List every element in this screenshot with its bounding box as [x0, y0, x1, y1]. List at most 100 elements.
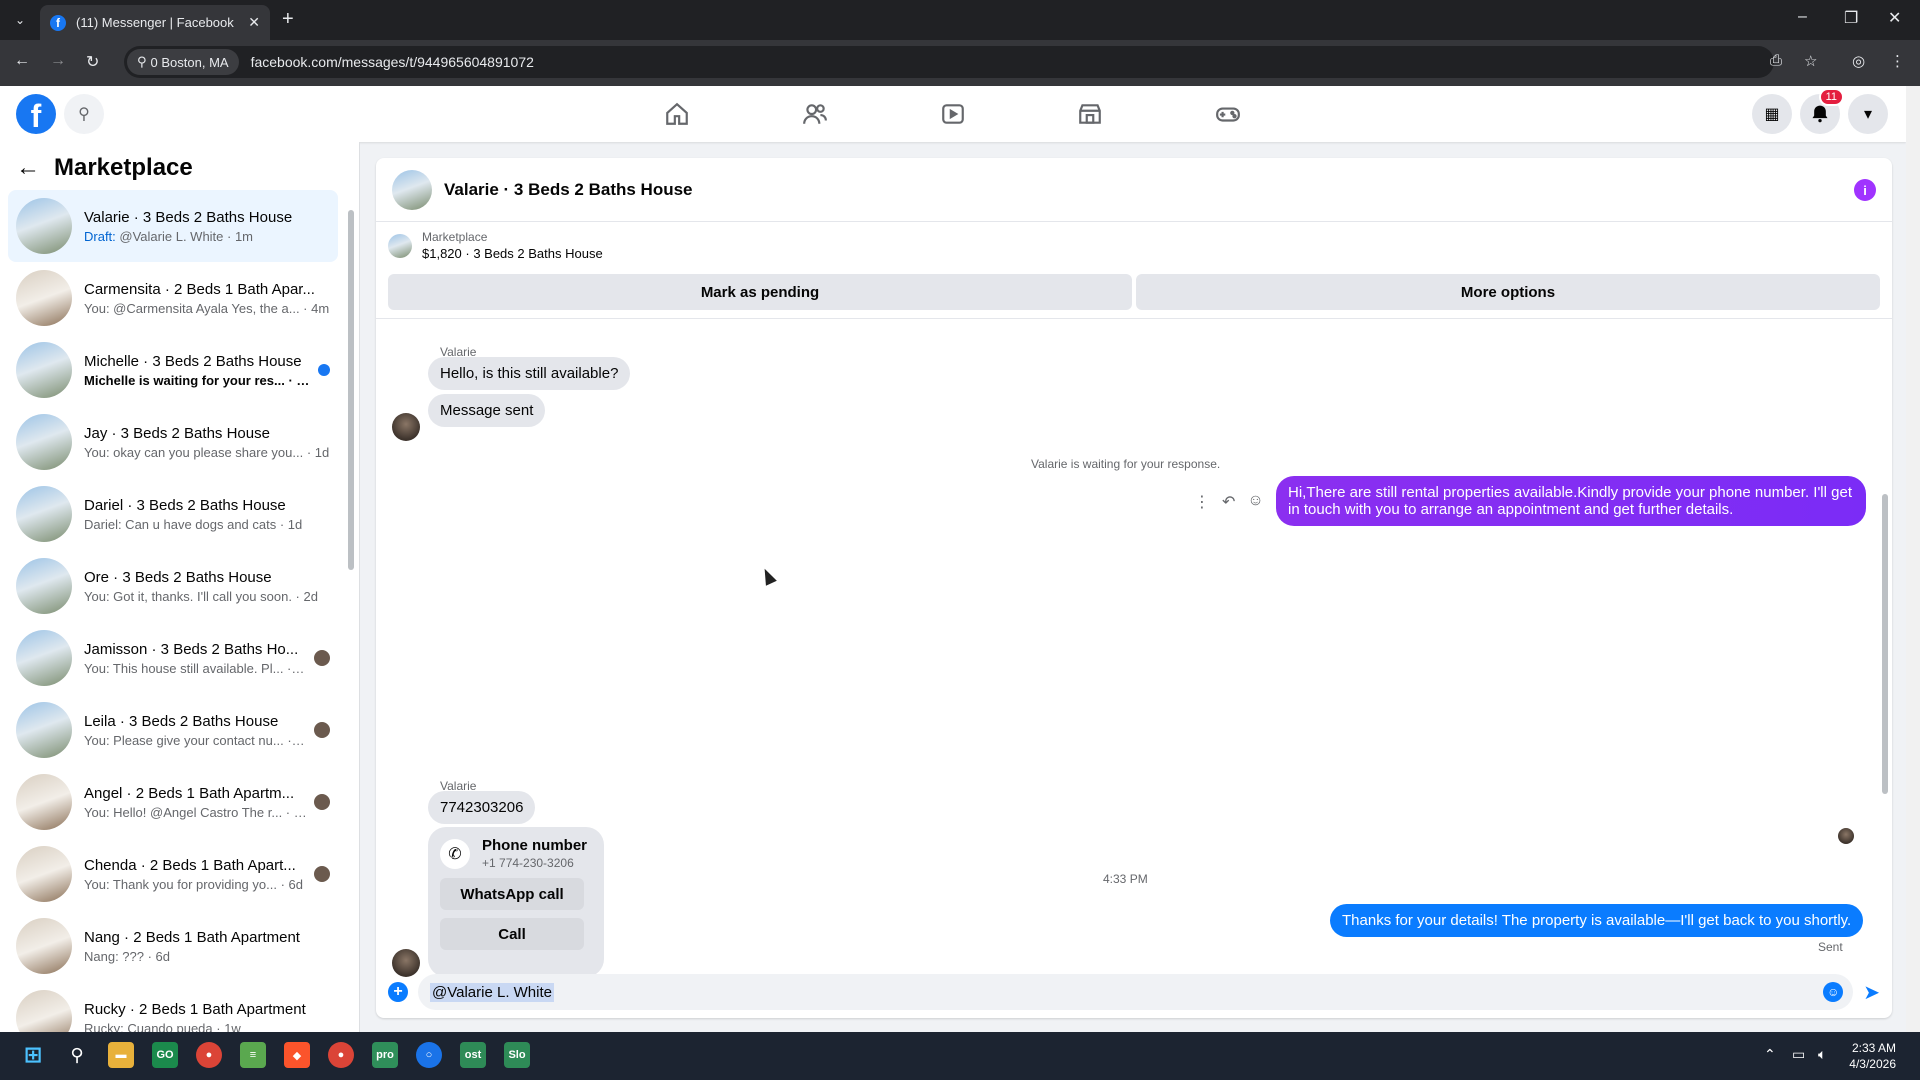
app-circle-icon[interactable]: ○ — [416, 1042, 442, 1068]
emoji-icon[interactable]: ☺ — [1823, 982, 1844, 1002]
account-dropdown-icon[interactable]: ▾ — [1848, 94, 1888, 134]
site-info-chip[interactable]: ⚲ 0 Boston, MA — [127, 49, 239, 75]
window-close-icon[interactable]: ✕ — [1888, 8, 1901, 28]
listing-summary[interactable]: Marketplace $1,820 · 3 Beds 2 Baths Hous… — [388, 230, 603, 261]
bookmark-star-icon[interactable]: ☆ — [1804, 52, 1817, 70]
info-icon[interactable]: i — [1854, 179, 1876, 201]
react-emoji-icon[interactable]: ☺ — [1247, 492, 1263, 512]
snippet-text: You: @Carmensita Ayala Yes, the a... · 4… — [84, 300, 330, 316]
call-button[interactable]: Call — [440, 918, 584, 950]
incoming-message[interactable]: Message sent — [428, 394, 546, 427]
send-icon[interactable]: ➤ — [1863, 980, 1880, 1005]
friends-icon[interactable] — [795, 98, 835, 130]
notifications-bell-icon[interactable]: 11 — [1800, 88, 1844, 134]
outgoing-message[interactable]: Hi,There are still rental properties ava… — [1276, 476, 1866, 526]
snippet-text: Michelle is waiting for your res... · 20… — [84, 372, 312, 388]
conversation-item[interactable]: Jamisson · 3 Beds 2 Baths Ho... You: This… — [8, 622, 338, 694]
taskbar-search-icon[interactable]: ⚲ — [64, 1042, 90, 1068]
incoming-message[interactable]: 7742303206 — [428, 791, 536, 824]
conversation-item[interactable]: Valarie · 3 Beds 2 Baths House Draft: @Va… — [8, 190, 338, 262]
chrome-icon[interactable]: ● — [196, 1042, 222, 1068]
forward-icon[interactable]: → — [50, 52, 66, 70]
tab-search-dropdown-icon[interactable]: ⌄ — [8, 8, 32, 32]
clock-time: 2:33 AM — [1851, 1041, 1896, 1055]
conversation-item[interactable]: Ore · 3 Beds 2 Baths House You: Got it, t… — [8, 550, 338, 622]
browser-tab-bar: ⌄ f (11) Messenger | Facebook ✕ + – ❐ ✕ — [0, 0, 1920, 40]
profile-icon[interactable]: ◎ — [1852, 52, 1865, 70]
browser-menu-icon[interactable]: ⋮ — [1890, 52, 1905, 70]
conversation-item[interactable]: Leila · 3 Beds 2 Baths House You: Please … — [8, 694, 338, 766]
restore-icon[interactable]: ❐ — [1844, 8, 1858, 28]
chat-scrollbar[interactable] — [1882, 494, 1888, 794]
app-icon[interactable]: GO — [152, 1042, 178, 1068]
mark-as-pending-button[interactable]: Mark as pending — [388, 274, 1132, 310]
marketplace-icon[interactable] — [1070, 98, 1110, 130]
sender-avatar[interactable] — [392, 413, 420, 441]
outgoing-message[interactable]: Thanks for your details! The property is… — [1330, 904, 1864, 937]
chat-avatar[interactable] — [392, 169, 432, 210]
volume-icon[interactable]: 🔈︎ — [1818, 1046, 1826, 1063]
conversation-avatar — [16, 198, 72, 254]
windows-start-icon[interactable]: ⊞ — [20, 1042, 46, 1068]
browser-tab[interactable]: f (11) Messenger | Facebook ✕ — [40, 5, 270, 40]
conversation-avatar — [16, 414, 72, 470]
conversation-item[interactable]: Rucky · 2 Beds 1 Bath Apartment Rucky: Cu… — [8, 982, 338, 1032]
taskbar-clock[interactable]: 2:33 AM 4/3/2026 — [1849, 1040, 1896, 1072]
menu-grid-icon[interactable]: ▦ — [1752, 94, 1792, 134]
notepad-icon[interactable]: ≡ — [240, 1042, 266, 1068]
reload-icon[interactable]: ↻ — [86, 52, 99, 72]
search-icon[interactable]: ⚲ — [64, 94, 104, 134]
more-actions-icon[interactable]: ⋮ — [1194, 492, 1210, 512]
whatsapp-call-button[interactable]: WhatsApp call — [440, 878, 584, 910]
back-icon[interactable]: ← — [14, 52, 30, 70]
back-arrow-icon[interactable]: ← — [16, 154, 40, 182]
incoming-message[interactable]: Hello, is this still available? — [428, 357, 631, 390]
conversation-avatar — [16, 846, 72, 902]
conversation-snippet: You: @Carmensita Ayala Yes, the a... · 4… — [84, 301, 330, 316]
url-text[interactable]: facebook.com/messages/t/944965604891072 — [251, 54, 534, 70]
reply-icon[interactable]: ↶ — [1222, 492, 1235, 512]
conversation-item[interactable]: Angel · 2 Beds 1 Bath Apartm... You: Hell… — [8, 766, 338, 838]
file-explorer-icon[interactable]: ▬ — [108, 1042, 134, 1068]
profile-app-icon[interactable]: pro — [372, 1042, 398, 1068]
conversation-item[interactable]: Jay · 3 Beds 2 Baths House You: okay can … — [8, 406, 338, 478]
chrome-profile-icon[interactable]: ● — [328, 1042, 354, 1068]
app-active-icon[interactable]: ost — [460, 1042, 486, 1068]
gaming-icon[interactable] — [1208, 98, 1248, 130]
listing-label: Marketplace — [422, 230, 488, 244]
watch-video-icon[interactable] — [933, 98, 973, 130]
sidebar-scrollbar[interactable] — [348, 210, 354, 570]
address-bar[interactable]: ⚲ 0 Boston, MA facebook.com/messages/t/9… — [124, 46, 1774, 78]
conversation-text: Chenda · 2 Beds 1 Bath Apart... You: Than… — [84, 857, 308, 892]
home-icon[interactable] — [657, 98, 697, 130]
snippet-text: Dariel: Can u have dogs and cats · 1d — [84, 516, 303, 532]
conversation-text: Nang · 2 Beds 1 Bath Apartment Nang: ??? … — [84, 929, 330, 964]
conversation-text: Rucky · 2 Beds 1 Bath Apartment Rucky: Cu… — [84, 1001, 330, 1033]
message-input[interactable]: @Valarie L. White ☺ — [418, 974, 1854, 1010]
conversation-item[interactable]: Michelle · 3 Beds 2 Baths House Michelle … — [8, 334, 338, 406]
add-attachment-icon[interactable]: + — [388, 982, 408, 1002]
new-tab-icon[interactable]: + — [282, 8, 294, 31]
app-slo-icon[interactable]: Slo — [504, 1042, 530, 1068]
conversation-text: Dariel · 3 Beds 2 Baths House Dariel: Can… — [84, 497, 330, 532]
seen-avatar-icon — [314, 794, 330, 810]
location-chip-label: 0 Boston, MA — [150, 54, 229, 70]
snippet-text: Nang: ??? · 6d — [84, 948, 171, 964]
conversation-avatar — [16, 558, 72, 614]
conversation-name: Dariel · 3 Beds 2 Baths House — [84, 496, 286, 514]
chat-title[interactable]: Valarie · 3 Beds 2 Baths House — [444, 180, 693, 200]
tray-chevron-icon[interactable]: ⌃ — [1764, 1046, 1776, 1063]
page-scrollbar[interactable] — [1906, 86, 1920, 1032]
conversation-item[interactable]: Carmensita · 2 Beds 1 Bath Apar... You: @… — [8, 262, 338, 334]
install-app-icon[interactable]: ⎙ — [1770, 52, 1782, 69]
network-icon[interactable]: ▭ — [1792, 1046, 1805, 1063]
message-hover-tools: ⋮ ↶ ☺ — [1194, 492, 1264, 512]
conversation-item[interactable]: Nang · 2 Beds 1 Bath Apartment Nang: ??? … — [8, 910, 338, 982]
brave-icon[interactable]: ◆ — [284, 1042, 310, 1068]
conversation-item[interactable]: Dariel · 3 Beds 2 Baths House Dariel: Can… — [8, 478, 338, 550]
more-options-button[interactable]: More options — [1136, 274, 1880, 310]
conversation-item[interactable]: Chenda · 2 Beds 1 Bath Apart... You: Than… — [8, 838, 338, 910]
tab-close-icon[interactable]: ✕ — [248, 14, 260, 31]
minimize-icon[interactable]: – — [1798, 8, 1807, 26]
facebook-logo-icon[interactable]: f — [16, 94, 56, 134]
